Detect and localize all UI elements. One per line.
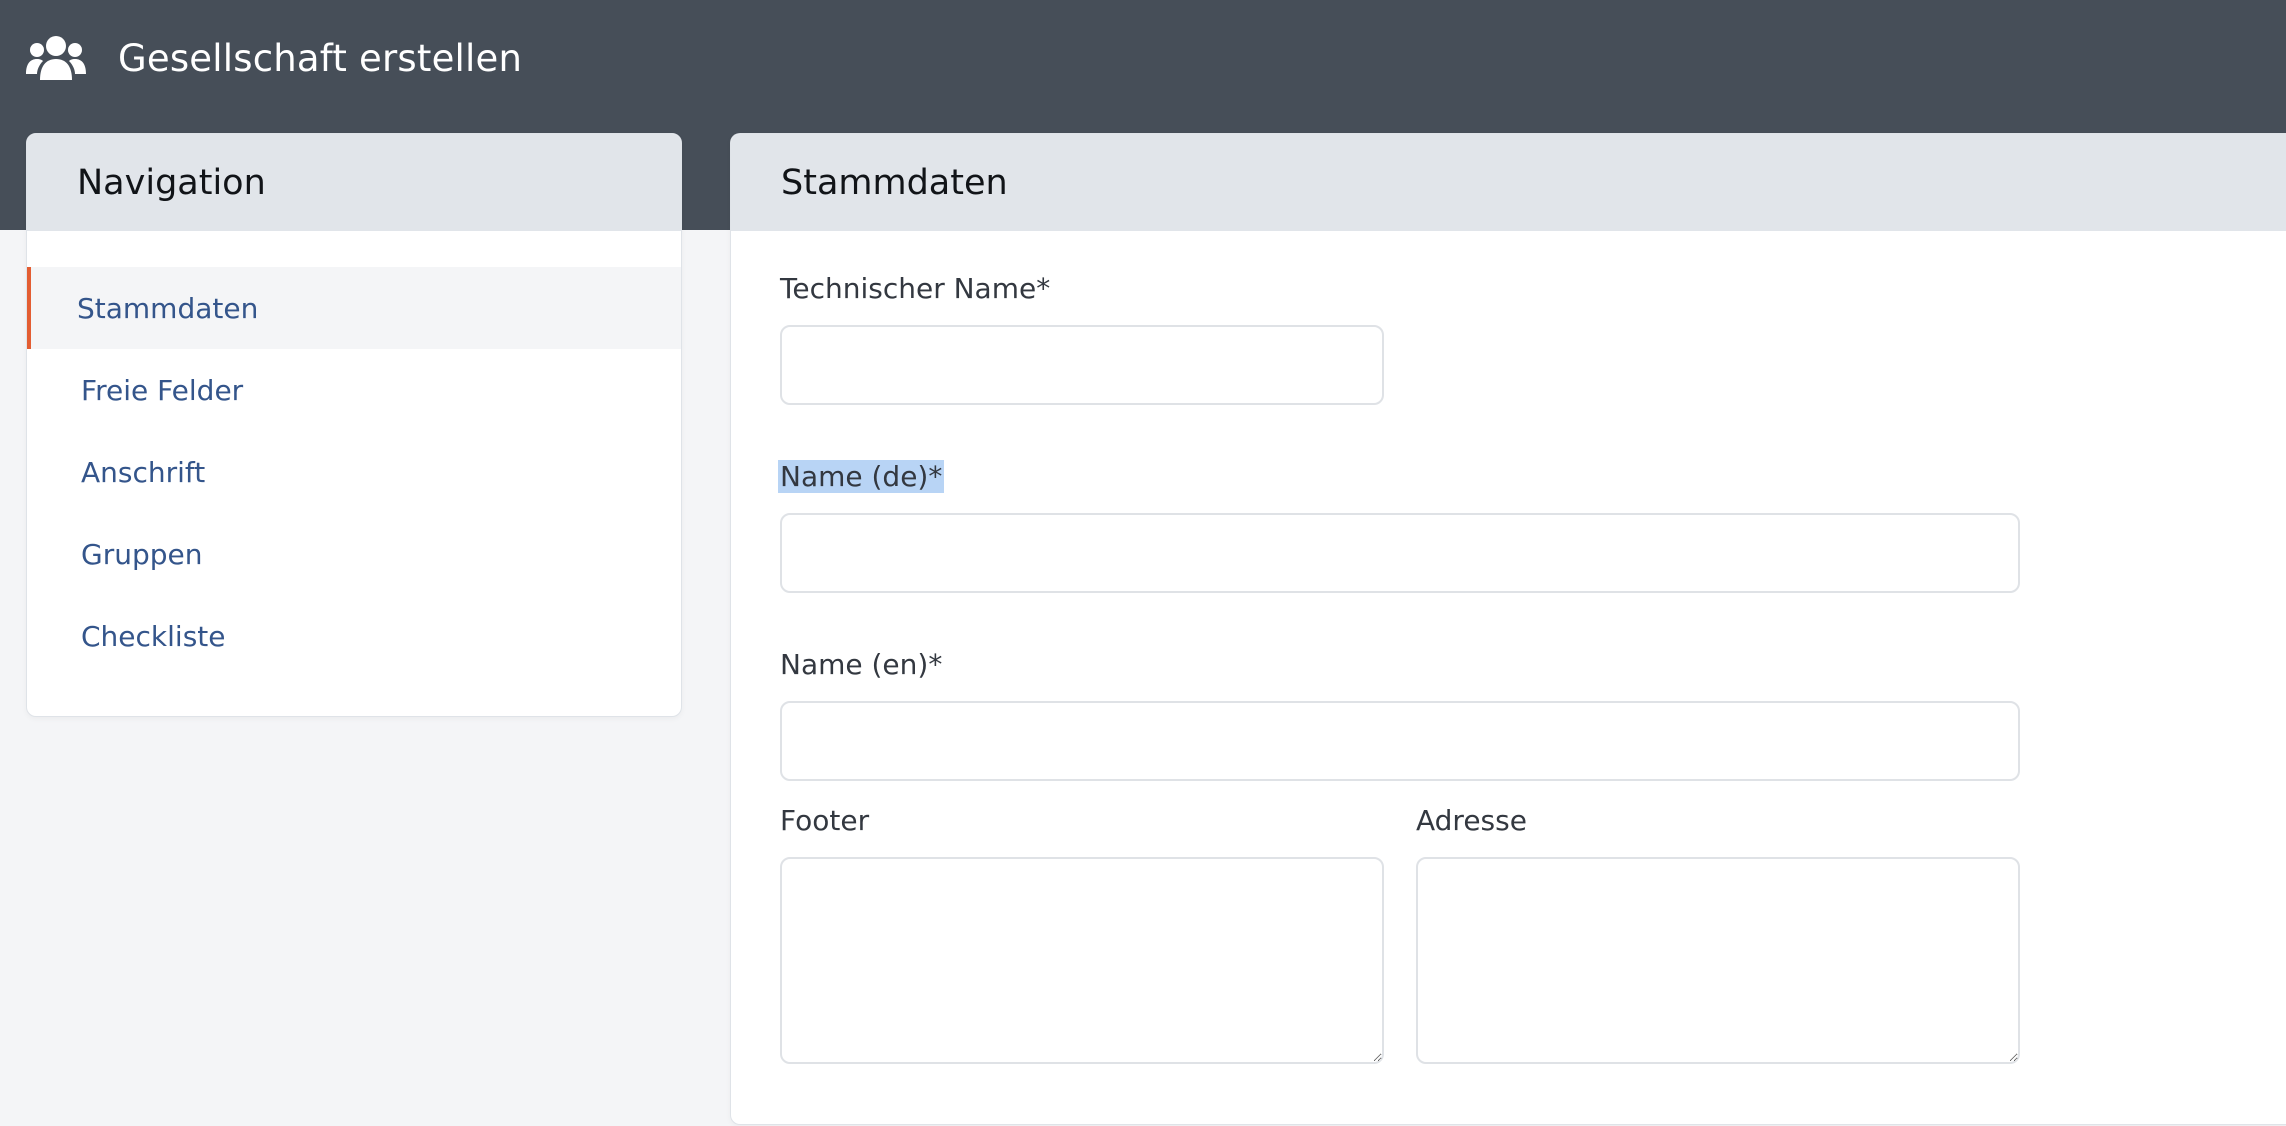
form-title: Stammdaten [731,134,2286,231]
navigation-title: Navigation [27,134,681,231]
navigation-card: Navigation Stammdaten Freie Felder Ansch… [26,133,682,717]
nav-item-stammdaten[interactable]: Stammdaten [27,267,681,349]
name-en-label: Name (en)* [780,648,943,681]
technical-name-input[interactable] [780,325,1384,405]
users-icon [26,36,86,80]
name-de-input[interactable] [780,513,2020,593]
name-de-label: Name (de)* [778,460,945,493]
stammdaten-card: Stammdaten Technischer Name* Name (de)* … [730,133,2286,1125]
name-en-input[interactable] [780,701,2020,781]
page-title: Gesellschaft erstellen [118,36,523,80]
app-header: Gesellschaft erstellen [26,28,522,88]
nav-item-freie-felder[interactable]: Freie Felder [27,349,681,431]
nav-item-checkliste[interactable]: Checkliste [27,595,681,677]
footer-label: Footer [780,804,870,837]
address-textarea[interactable] [1416,857,2020,1064]
navigation-list: Stammdaten Freie Felder Anschrift Gruppe… [27,267,681,677]
footer-textarea[interactable] [780,857,1384,1064]
address-label: Adresse [1416,804,1527,837]
nav-item-gruppen[interactable]: Gruppen [27,513,681,595]
nav-item-anschrift[interactable]: Anschrift [27,431,681,513]
technical-name-label: Technischer Name* [780,272,1051,305]
